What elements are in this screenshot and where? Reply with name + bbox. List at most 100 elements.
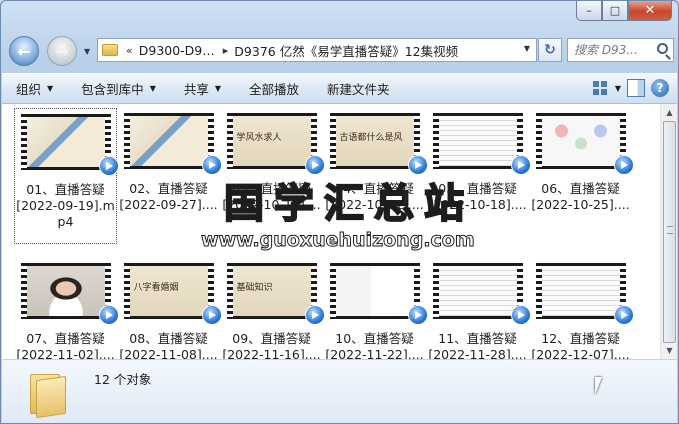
file-name: 02、直播答疑 [2022-09-27].... [117,181,220,213]
media-player-icon [304,155,325,175]
share-menu[interactable]: 共享 ▼ [170,74,235,103]
media-player-icon [407,155,428,175]
minimize-button[interactable]: – [576,1,602,21]
file-name: 01、直播答疑 [2022-09-19].m p4 [14,182,117,230]
file-item[interactable]: 学风水求人 03、直播答疑 [2022-10-11].... [220,108,325,244]
media-player-icon [613,155,634,175]
media-player-icon [510,305,531,325]
preview-pane-icon[interactable] [627,79,645,97]
caption-buttons: – □ ✕ [576,1,672,21]
media-player-icon [304,305,325,325]
thumbnail-frame: 古语都什么是风 [335,116,414,166]
address-bar[interactable]: « D9300-D9… ▸ D9376 亿然《易学直播答疑》12集视频 ▼ [97,38,537,62]
chevron-down-icon: ▼ [214,84,222,93]
share-label: 共享 [183,82,209,97]
search-input[interactable] [574,43,654,57]
item-count: 12 个对象 [94,372,152,387]
navigation-bar: ← → ▼ « D9300-D9… ▸ D9376 亿然《易学直播答疑》12集视… [1,34,678,68]
chevron-down-icon: ▼ [47,84,54,93]
file-name-line1: 10、直播答疑 [335,331,414,346]
video-thumbnail: 八字看婚姻 [123,263,222,325]
thumbnail-caption: 八字看婚姻 [133,283,179,293]
play-all-button[interactable]: 全部播放 [235,74,313,103]
media-player-icon [98,305,119,325]
mouse-cursor-icon [595,377,609,395]
file-name: 04、直播答疑 [2022-10-11].... [323,181,426,213]
video-thumbnail [535,113,634,175]
breadcrumb-overflow-chevron[interactable]: « [126,44,133,57]
file-item[interactable]: 01、直播答疑 [2022-09-19].m p4 [14,108,119,244]
media-player-icon [613,305,634,325]
breadcrumb-separator-icon[interactable]: ▸ [223,44,229,57]
breadcrumb-current[interactable]: D9376 亿然《易学直播答疑》12集视频 [234,41,458,60]
organize-menu[interactable]: 组织 ▼ [2,74,67,103]
view-dropdown-icon[interactable]: ▼ [615,84,621,93]
media-player-icon [201,155,222,175]
file-name-line1: 11、直播答疑 [438,331,517,346]
thumbnail-frame: 学风水求人 [232,116,311,166]
maximize-button[interactable]: □ [602,1,628,21]
media-player-icon [510,155,531,175]
scroll-down-arrow-icon[interactable]: ▼ [661,342,678,359]
file-name-line1: 03、直播答疑 [232,181,311,196]
video-thumbnail [20,114,119,176]
file-item[interactable]: 05、直播答疑 [2022-10-18].... [426,108,531,244]
video-thumbnail [123,113,222,175]
video-thumbnail [20,263,119,325]
file-item[interactable]: 06、直播答疑 [2022-10-25].... [529,108,634,244]
play-all-label: 全部播放 [249,82,300,97]
thumbnail-frame [26,266,105,316]
file-grid: 01、直播答疑 [2022-09-19].m p4 02、直播答疑 [2022-09-2… [14,108,639,394]
video-thumbnail [432,263,531,325]
address-dropdown-icon[interactable]: ▼ [524,44,530,53]
vertical-scrollbar[interactable]: ▲ ▼ [660,104,677,359]
video-thumbnail: 古语都什么是风 [329,113,428,175]
file-name-line3: p4 [57,214,74,229]
file-name-line1: 05、直播答疑 [438,181,517,196]
file-name-line1: 08、直播答疑 [129,331,208,346]
change-view-icon[interactable] [591,79,609,97]
chevron-down-icon: ▼ [149,84,156,93]
help-icon[interactable]: ? [651,79,669,97]
details-pane: 12 个对象 [2,359,677,423]
file-name-line2: [2022-10-18].... [428,197,527,212]
include-in-library-menu[interactable]: 包含到库中 ▼ [67,74,170,103]
scrollbar-thumb[interactable] [663,121,676,343]
recent-pages-dropdown-icon[interactable]: ▼ [84,47,90,56]
video-thumbnail [329,263,428,325]
thumbnail-caption: 古语都什么是风 [339,133,403,143]
close-button[interactable]: ✕ [628,1,672,21]
file-name-line2: [2022-09-19].m [16,198,115,213]
file-name: 06、直播答疑 [2022-10-25].... [529,181,632,213]
file-name-line1: 12、直播答疑 [541,331,620,346]
thumbnail-frame [541,116,620,166]
thumbnail-frame [335,266,414,316]
media-player-icon [98,156,119,176]
file-name-line1: 04、直播答疑 [335,181,414,196]
command-bar: 组织 ▼ 包含到库中 ▼ 共享 ▼ 全部播放 新建文件夹 ▼ ? [2,73,677,104]
new-folder-button[interactable]: 新建文件夹 [313,74,404,103]
grip-icon [667,226,673,234]
thumbnail-frame [438,266,517,316]
scroll-up-arrow-icon[interactable]: ▲ [661,104,678,121]
thumbnail-frame [129,116,208,166]
media-player-icon [201,305,222,325]
file-name-line2: [2022-09-27].... [119,197,218,212]
breadcrumb-parent[interactable]: D9300-D9… [139,43,215,58]
forward-button[interactable]: → [47,36,77,66]
back-button[interactable]: ← [9,36,39,66]
video-thumbnail: 学风水求人 [226,113,325,175]
search-box[interactable] [567,38,674,62]
thumbnail-caption: 学风水求人 [236,133,282,143]
search-icon[interactable] [657,43,668,54]
file-item[interactable]: 古语都什么是风 04、直播答疑 [2022-10-11].... [323,108,428,244]
file-name-line2: [2022-10-25].... [531,197,630,212]
thumbnail-frame [26,117,105,167]
video-thumbnail [432,113,531,175]
file-name-line1: 02、直播答疑 [129,181,208,196]
refresh-button[interactable]: ↻ [538,38,562,62]
file-item[interactable]: 02、直播答疑 [2022-09-27].... [117,108,222,244]
file-name-line1: 01、直播答疑 [26,182,105,197]
include-in-library-label: 包含到库中 [81,82,144,97]
folder-icon [102,44,118,56]
